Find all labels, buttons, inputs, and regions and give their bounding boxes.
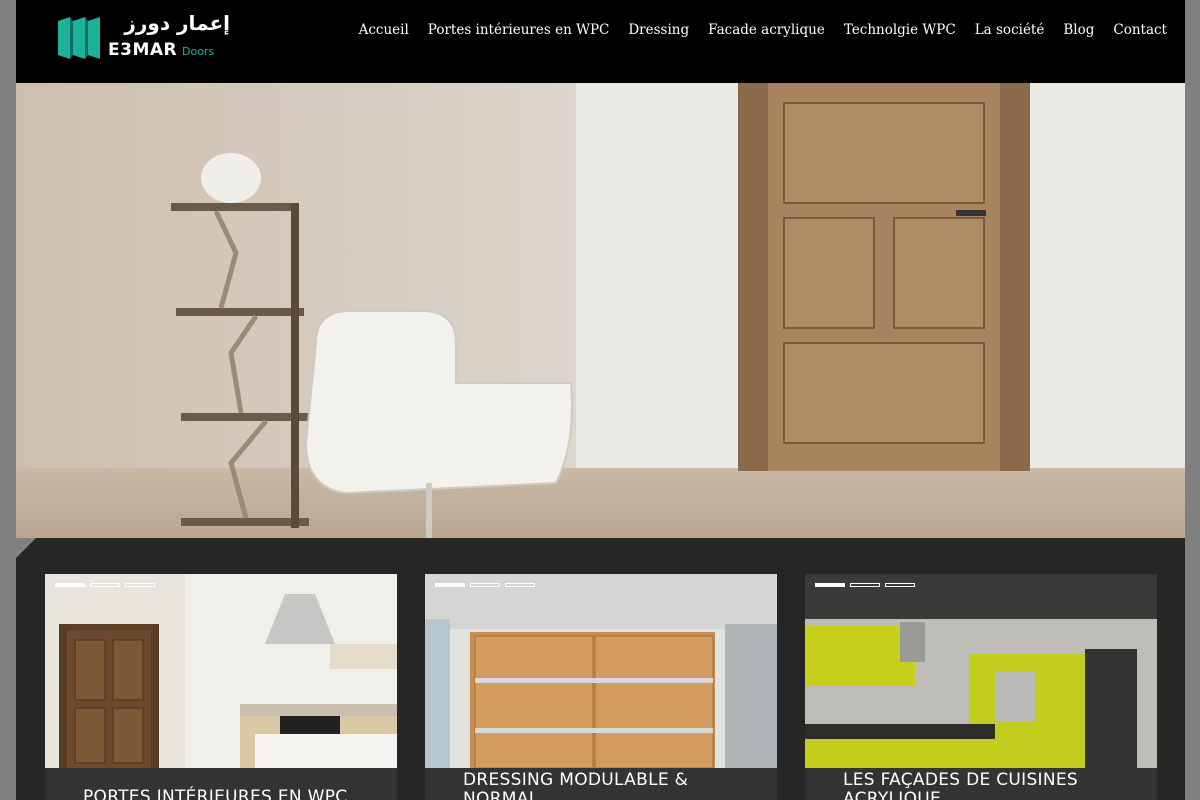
card-image[interactable] [805, 574, 1157, 768]
carousel-dot[interactable] [55, 583, 85, 587]
card-facades-cuisines[interactable]: LES FAÇADES DE CUISINES ACRYLIQUE [805, 574, 1157, 800]
logo-subtext: Doors [182, 45, 215, 58]
logo-wordmark: E3MAR [108, 40, 178, 60]
logo-arabic-text: إعمار دورز [124, 11, 230, 35]
nav-technologie-wpc[interactable]: Technolgie WPC [844, 22, 956, 38]
kitchen-acrylic-image [805, 574, 1157, 768]
card-title[interactable]: LES FAÇADES DE CUISINES ACRYLIQUE [843, 771, 1123, 800]
site-logo[interactable]: إعمار دورز E3MAR Doors [58, 11, 230, 63]
hero-banner [16, 83, 1185, 538]
hero-illustration [171, 83, 1185, 538]
nav-contact[interactable]: Contact [1113, 22, 1167, 38]
carousel-dot[interactable] [435, 583, 465, 587]
carousel-dot[interactable] [885, 583, 915, 587]
nav-dressing[interactable]: Dressing [628, 22, 689, 38]
carousel-dot[interactable] [90, 583, 120, 587]
nav-blog[interactable]: Blog [1063, 22, 1094, 38]
carousel-dot[interactable] [505, 583, 535, 587]
carousel-dot[interactable] [470, 583, 500, 587]
card-title[interactable]: DRESSING MODULABLE & NORMAL [463, 771, 743, 800]
card-title[interactable]: PORTES INTÉRIEURES EN WPC [83, 788, 363, 800]
carousel-dots [815, 583, 915, 587]
card-image[interactable] [425, 574, 777, 768]
carousel-dot[interactable] [125, 583, 155, 587]
dressing-image [425, 574, 777, 768]
card-dressing[interactable]: DRESSING MODULABLE & NORMAL [425, 574, 777, 800]
band-corner-notch [16, 538, 36, 558]
carousel-dots [55, 583, 155, 587]
carousel-dots [435, 583, 535, 587]
main-nav: Accueil Portes intérieures en WPC Dressi… [359, 22, 1167, 38]
featured-section: PORTES INTÉRIEURES EN WPC DRESSING MODUL [16, 538, 1185, 800]
carousel-dot[interactable] [850, 583, 880, 587]
site-header: إعمار دورز E3MAR Doors Accueil Portes in… [16, 0, 1185, 83]
card-portes-interieures[interactable]: PORTES INTÉRIEURES EN WPC [45, 574, 397, 800]
logo-bars-icon [58, 17, 100, 59]
nav-facade-acrylique[interactable]: Facade acrylique [708, 22, 825, 38]
carousel-dot[interactable] [815, 583, 845, 587]
kitchen-door-image [45, 574, 397, 768]
card-image[interactable] [45, 574, 397, 768]
nav-portes-interieures[interactable]: Portes intérieures en WPC [428, 22, 610, 38]
nav-accueil[interactable]: Accueil [359, 22, 409, 38]
nav-la-societe[interactable]: La société [975, 22, 1045, 38]
